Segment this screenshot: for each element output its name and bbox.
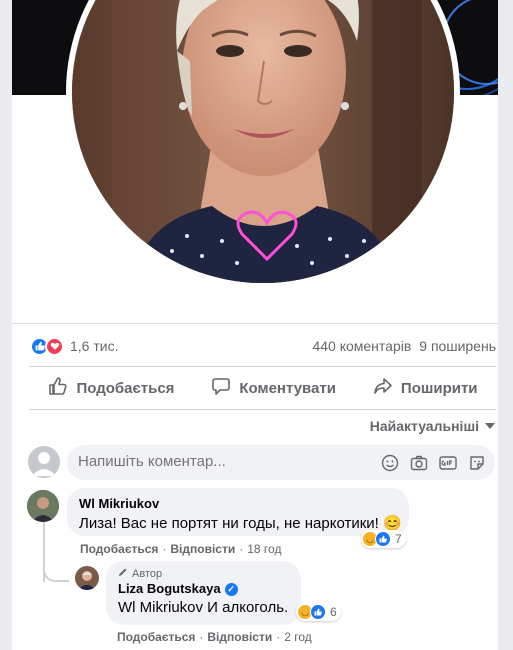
- share-button[interactable]: Поширити: [373, 376, 478, 400]
- comment-text-row: Wl Mikriukov И алкоголь.: [118, 599, 289, 616]
- comment-bubble: Wl Mikriukov Лиза! Вас не портят ни годы…: [67, 488, 409, 536]
- like-reaction-icon: [375, 531, 391, 547]
- thread-line: [43, 560, 69, 582]
- separator: ·: [162, 542, 167, 556]
- comment-reactions[interactable]: ◡ 7: [361, 530, 406, 548]
- author-badge: Автор: [118, 567, 289, 580]
- like-button-label: Подобається: [76, 379, 175, 397]
- share-button-label: Поширити: [400, 379, 478, 397]
- like-reaction-icon: [310, 604, 326, 620]
- comment-meta: Подобається · Відповісти · 18 год: [80, 542, 281, 556]
- mention-link[interactable]: Wl Mikriukov: [118, 599, 203, 616]
- comment-time[interactable]: 18 год: [247, 542, 281, 556]
- comment-input[interactable]: [78, 453, 358, 470]
- sticker-icon[interactable]: [466, 452, 487, 473]
- camera-icon[interactable]: [408, 452, 429, 473]
- comment-button-label: Коментувати: [239, 379, 336, 397]
- comment-author-row: Liza Bogutskaya ✓: [118, 581, 289, 597]
- post-stats: 440 коментарів 9 поширень: [312, 338, 496, 354]
- comment-reactions-count: 7: [395, 532, 402, 546]
- comment-bubble: Автор Liza Bogutskaya ✓ Wl Mikriukov И ал…: [106, 561, 301, 625]
- comment-author[interactable]: Wl Mikriukov: [79, 496, 397, 511]
- comment-reactions-count: 6: [330, 605, 337, 619]
- comment-reply-link[interactable]: Відповісти: [207, 630, 272, 644]
- current-user-avatar[interactable]: [28, 446, 60, 478]
- divider: [30, 409, 496, 410]
- pencil-icon: [118, 567, 128, 580]
- comment-sort-dropdown[interactable]: Найактуальніші: [370, 418, 495, 434]
- thumbs-up-icon: [48, 376, 68, 400]
- comment-meta: Подобається · Відповісти · 2 год: [117, 630, 312, 644]
- sort-label: Найактуальніші: [369, 418, 479, 434]
- comment-text: Лиза! Вас не портят ни годы, не наркотик…: [79, 515, 402, 532]
- comment-bubble-icon: [211, 376, 231, 400]
- comment-like-link[interactable]: Подобається: [80, 542, 158, 556]
- separator: ·: [239, 542, 244, 556]
- love-reaction-icon: [45, 336, 64, 356]
- commenter-avatar[interactable]: [27, 490, 59, 522]
- divider: [30, 366, 496, 367]
- comment-text: И алкоголь.: [207, 599, 289, 617]
- share-arrow-icon: [373, 376, 393, 400]
- comment-reactions[interactable]: ◡ 6: [296, 603, 341, 621]
- post-actions: Подобається Коментувати Поширити: [30, 372, 496, 404]
- like-button[interactable]: Подобається: [48, 376, 174, 400]
- author-badge-label: Автор: [132, 567, 163, 580]
- composer-tools: [379, 452, 487, 473]
- gif-icon[interactable]: [437, 452, 458, 473]
- reactions-summary[interactable]: 1,6 тис.: [30, 336, 118, 356]
- verified-badge-icon: ✓: [224, 583, 238, 597]
- comment-like-link[interactable]: Подобається: [117, 630, 195, 644]
- separator: ·: [276, 630, 281, 644]
- reaction-count[interactable]: 1,6 тис.: [70, 338, 118, 354]
- comment-composer[interactable]: [67, 445, 495, 480]
- emoji-icon[interactable]: [379, 452, 400, 473]
- commenter-avatar[interactable]: [75, 566, 99, 590]
- comment-time[interactable]: 2 год: [284, 630, 312, 644]
- caret-down-icon: [485, 423, 495, 429]
- comment-button[interactable]: Коментувати: [211, 376, 336, 400]
- comment-reply-link[interactable]: Відповісти: [170, 542, 235, 556]
- divider: [12, 323, 498, 324]
- separator: ·: [199, 630, 204, 644]
- comments-count[interactable]: 440 коментарів: [312, 338, 411, 354]
- shares-count[interactable]: 9 поширень: [419, 338, 496, 354]
- comment-author[interactable]: Liza Bogutskaya: [118, 581, 221, 596]
